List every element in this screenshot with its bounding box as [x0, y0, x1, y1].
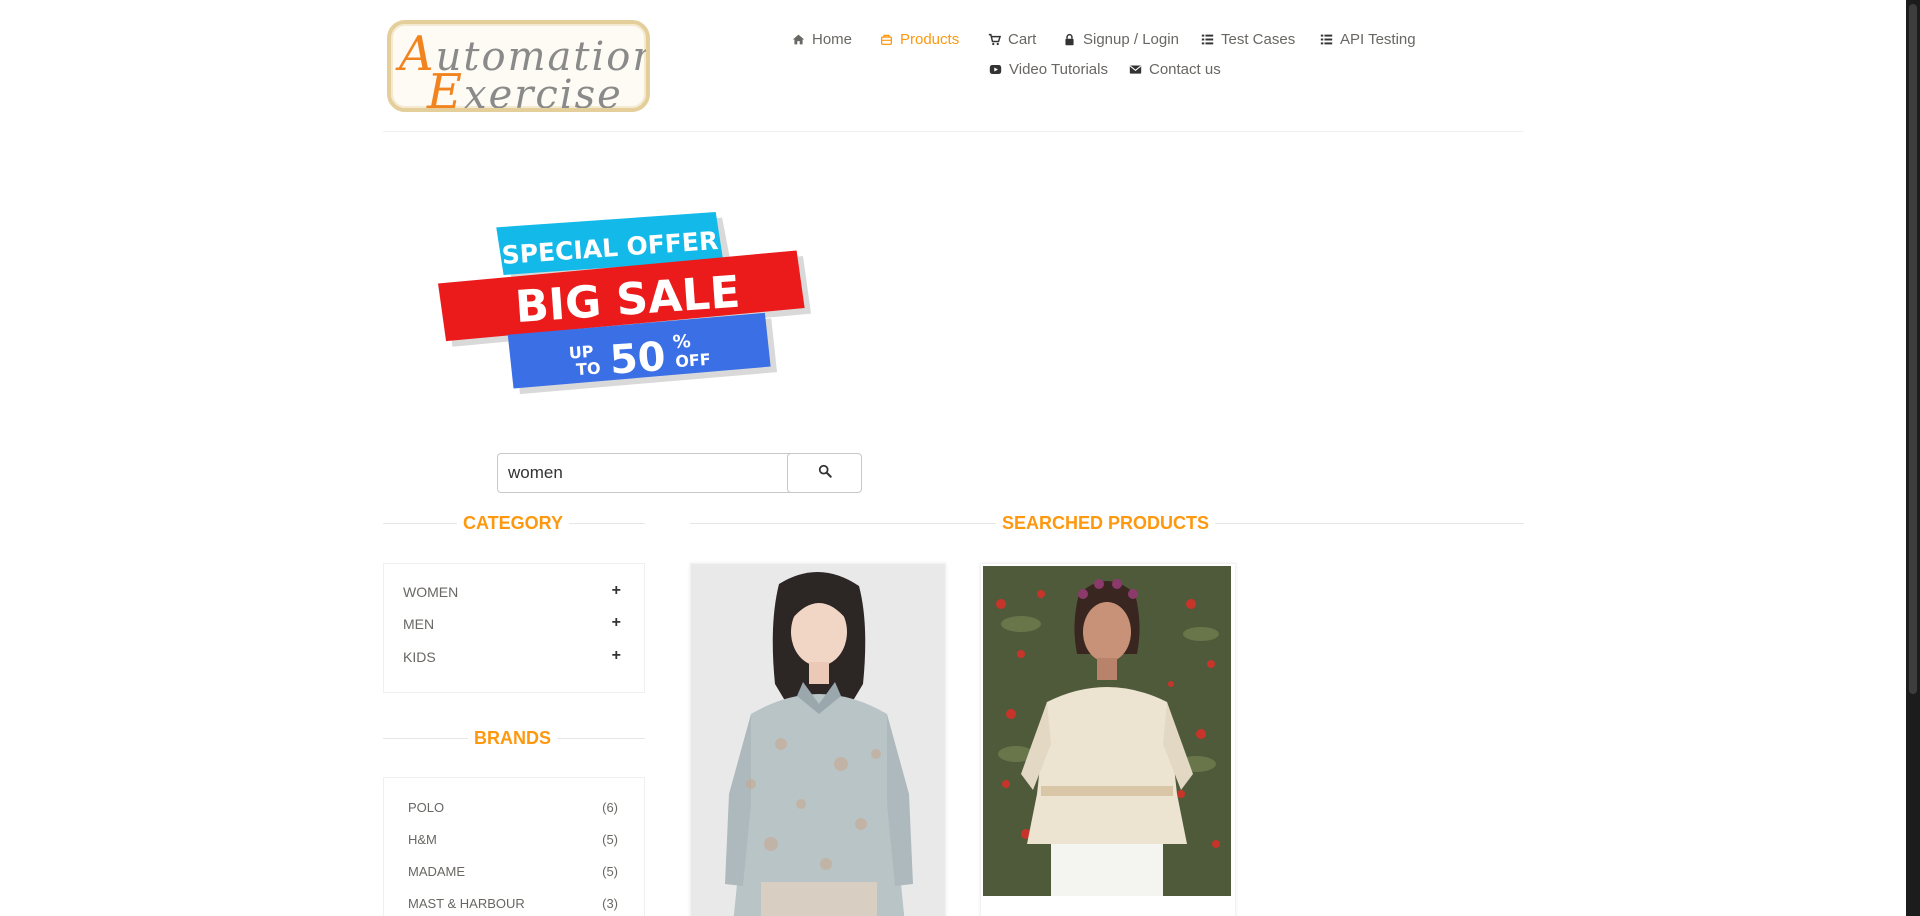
expand-kids-icon[interactable]: + [612, 648, 621, 665]
expand-women-icon[interactable]: + [612, 583, 621, 600]
search-input[interactable]: women [497, 453, 790, 493]
nav-test-cases[interactable]: Test Cases [1201, 31, 1295, 48]
search-icon [818, 464, 832, 483]
brand-mast-harbour-count: (3) [602, 896, 618, 911]
brand-madame[interactable]: MADAME (5) [408, 864, 618, 879]
nav-products-label: Products [900, 31, 960, 48]
search-button[interactable] [787, 453, 862, 493]
search-input-value: women [508, 463, 563, 482]
category-kids-label: KIDS [403, 649, 436, 665]
site-logo[interactable]: Automation Exercise [387, 20, 650, 112]
youtube-icon [989, 63, 1002, 76]
brand-hm[interactable]: H&M (5) [408, 832, 618, 847]
expand-men-icon[interactable]: + [612, 615, 621, 632]
nav-contact-us-label: Contact us [1149, 61, 1221, 78]
product-image[interactable] [981, 564, 1236, 916]
lock-icon [1063, 33, 1076, 46]
category-men[interactable]: MEN + [403, 615, 621, 633]
brand-mast-harbour-label: MAST & HARBOUR [408, 896, 525, 911]
category-women-label: WOMEN [403, 584, 459, 600]
product-image[interactable] [691, 564, 946, 916]
nav-home-label: Home [812, 31, 853, 48]
nav-cart-label: Cart [1008, 31, 1037, 48]
logo-line-2: Exercise [427, 64, 623, 112]
nav-home[interactable]: Home [792, 31, 852, 48]
products-icon [880, 33, 893, 46]
envelope-icon [1129, 63, 1142, 76]
brand-mast-harbour[interactable]: MAST & HARBOUR (3) [408, 896, 618, 911]
header: Automation Exercise Home Products Cart S… [383, 0, 1524, 132]
category-men-label: MEN [403, 616, 435, 632]
brand-hm-count: (5) [602, 832, 618, 847]
category-heading: CATEGORY [383, 513, 645, 534]
category-women[interactable]: WOMEN + [403, 583, 621, 601]
brand-polo[interactable]: POLO (6) [408, 800, 618, 815]
brands-panel: POLO (6) H&M (5) MADAME (5) MAST & HARBO… [383, 777, 645, 916]
brands-heading: BRANDS [383, 728, 645, 749]
nav-products[interactable]: Products [880, 31, 959, 48]
brands-title: BRANDS [468, 728, 558, 749]
banner-percent: 50 [608, 334, 667, 384]
scrollbar-thumb[interactable] [1909, 4, 1917, 694]
page: Automation Exercise Home Products Cart S… [0, 0, 1920, 916]
cart-icon [988, 33, 1001, 46]
home-icon [792, 33, 805, 46]
nav-signup-login-label: Signup / Login [1083, 31, 1179, 48]
brand-madame-count: (5) [602, 864, 618, 879]
nav-video-tutorials[interactable]: Video Tutorials [989, 61, 1108, 78]
nav-signup-login[interactable]: Signup / Login [1063, 31, 1179, 48]
banner-to: TO [575, 358, 601, 379]
brand-polo-label: POLO [408, 800, 445, 815]
product-card [690, 563, 946, 916]
brand-hm-label: H&M [408, 832, 437, 847]
category-kids[interactable]: KIDS + [403, 648, 621, 666]
nav-api-testing[interactable]: API Testing [1320, 31, 1416, 48]
nav-test-cases-label: Test Cases [1221, 31, 1296, 48]
category-panel: WOMEN + MEN + KIDS + [383, 563, 645, 693]
nav-video-tutorials-label: Video Tutorials [1009, 61, 1108, 78]
banner-off: OFF [675, 350, 712, 371]
product-card [980, 563, 1236, 916]
page-scrollbar[interactable] [1906, 0, 1920, 916]
list-icon [1320, 33, 1333, 46]
nav-contact-us[interactable]: Contact us [1129, 61, 1221, 78]
nav-api-testing-label: API Testing [1340, 31, 1416, 48]
brand-madame-label: MADAME [408, 864, 466, 879]
sale-banner: SPECIAL OFFER BIG SALE UP TO 50 % OFF [438, 210, 828, 400]
searched-products-heading: SEARCHED PRODUCTS [690, 513, 1524, 534]
list-icon [1201, 33, 1214, 46]
banner-percent-sign: % [672, 331, 691, 353]
nav-cart[interactable]: Cart [988, 31, 1036, 48]
brand-polo-count: (6) [602, 800, 618, 815]
category-title: CATEGORY [457, 513, 570, 534]
searched-products-title: SEARCHED PRODUCTS [996, 513, 1216, 534]
